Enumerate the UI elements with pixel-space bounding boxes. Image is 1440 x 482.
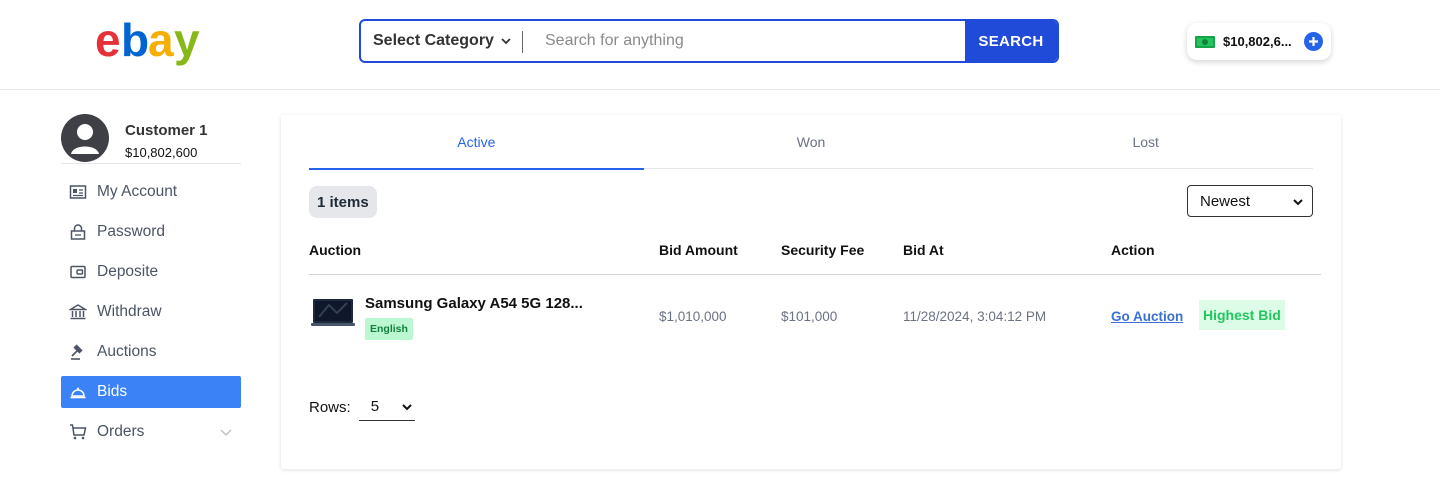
- column-header-bid-amount: Bid Amount: [659, 242, 738, 258]
- bell-dome-icon: [70, 387, 86, 399]
- sidebar-item-label: Deposite: [97, 263, 159, 280]
- gavel-icon: [71, 344, 83, 360]
- sidebar-item-password[interactable]: Password: [61, 216, 241, 248]
- bids-panel: Active Won Lost 1 items Newest Auction B…: [281, 115, 1341, 469]
- chevron-down-icon: [1293, 199, 1303, 206]
- tab-lost[interactable]: Lost: [978, 115, 1313, 169]
- chevron-down-icon: [401, 404, 412, 411]
- user-profile: Customer 1 $10,802,600: [61, 114, 241, 164]
- sidebar-item-label: My Account: [97, 183, 178, 200]
- sort-select[interactable]: Newest: [1187, 185, 1313, 217]
- user-balance: $10,802,600: [125, 145, 198, 160]
- logo-letter-a: a: [148, 16, 174, 66]
- money-icon: [1195, 35, 1215, 48]
- add-funds-icon[interactable]: [1304, 32, 1323, 51]
- wallet-balance[interactable]: $10,802,6...: [1187, 23, 1331, 60]
- sidebar-item-label: Orders: [97, 423, 145, 440]
- product-thumbnail[interactable]: [311, 293, 355, 331]
- status-badge: Highest Bid: [1199, 300, 1285, 330]
- bid-amount-value: $1,010,000: [659, 309, 727, 324]
- items-count-badge: 1 items: [309, 186, 377, 218]
- go-auction-link[interactable]: Go Auction: [1111, 309, 1183, 324]
- chevron-down-icon: [501, 38, 511, 45]
- search-bar: Select Category SEARCH: [359, 19, 1059, 63]
- table-header: Auction Bid Amount Security Fee Bid At A…: [309, 239, 1321, 275]
- tab-won[interactable]: Won: [644, 115, 979, 169]
- language-badge: English: [365, 318, 413, 340]
- ebay-logo[interactable]: e b a y: [95, 14, 210, 66]
- tab-active[interactable]: Active: [309, 115, 644, 170]
- sidebar-item-orders[interactable]: Orders: [61, 416, 241, 448]
- search-input[interactable]: [523, 21, 965, 61]
- column-header-bid-at: Bid At: [903, 242, 944, 258]
- bank-icon: [69, 304, 87, 320]
- sidebar-item-deposite[interactable]: Deposite: [61, 256, 241, 288]
- table-row: Samsung Galaxy A54 5G 128... English $1,…: [309, 275, 1321, 357]
- avatar-icon: [61, 114, 109, 162]
- balance-amount: $10,802,6...: [1223, 34, 1292, 49]
- sidebar-item-label: Bids: [97, 383, 128, 400]
- logo-letter-e: e: [95, 16, 120, 66]
- sidebar-item-label: Password: [97, 223, 166, 240]
- sidebar-nav: My Account Password Deposite Withdraw Au…: [61, 176, 241, 456]
- category-label: Select Category: [373, 32, 494, 49]
- security-fee-value: $101,000: [781, 309, 838, 324]
- rows-per-page-select[interactable]: 5: [358, 393, 415, 421]
- sidebar-item-label: Auctions: [97, 343, 157, 360]
- cart-icon: [70, 424, 87, 440]
- sidebar-item-auctions[interactable]: Auctions: [61, 336, 241, 368]
- rows-per-page: Rows: 5: [309, 393, 415, 421]
- column-header-action: Action: [1111, 242, 1155, 258]
- sidebar-item-bids[interactable]: Bids: [61, 376, 241, 408]
- sidebar-item-withdraw[interactable]: Withdraw: [61, 296, 241, 328]
- rows-label: Rows:: [309, 398, 351, 416]
- sort-value: Newest: [1200, 192, 1251, 210]
- category-dropdown[interactable]: Select Category: [361, 21, 523, 61]
- sidebar-item-my-account[interactable]: My Account: [61, 176, 241, 208]
- bid-at-value: 11/28/2024, 3:04:12 PM: [903, 309, 1047, 324]
- column-header-security-fee: Security Fee: [781, 242, 865, 258]
- lock-icon: [70, 224, 86, 240]
- logo-letter-y: y: [174, 16, 200, 66]
- product-title[interactable]: Samsung Galaxy A54 5G 128...: [365, 295, 583, 312]
- search-button[interactable]: SEARCH: [965, 21, 1057, 61]
- logo-letter-b: b: [121, 16, 148, 66]
- bid-tabs: Active Won Lost: [309, 115, 1313, 170]
- chevron-down-icon[interactable]: [219, 425, 233, 439]
- wallet-icon: [70, 265, 86, 279]
- top-header: e b a y Select Category SEARCH $10,802,6…: [0, 0, 1440, 90]
- sidebar-item-label: Withdraw: [97, 303, 162, 320]
- id-card-icon: [69, 185, 87, 199]
- rows-value: 5: [370, 398, 380, 415]
- column-header-auction: Auction: [309, 242, 362, 258]
- user-name: Customer 1: [125, 122, 208, 139]
